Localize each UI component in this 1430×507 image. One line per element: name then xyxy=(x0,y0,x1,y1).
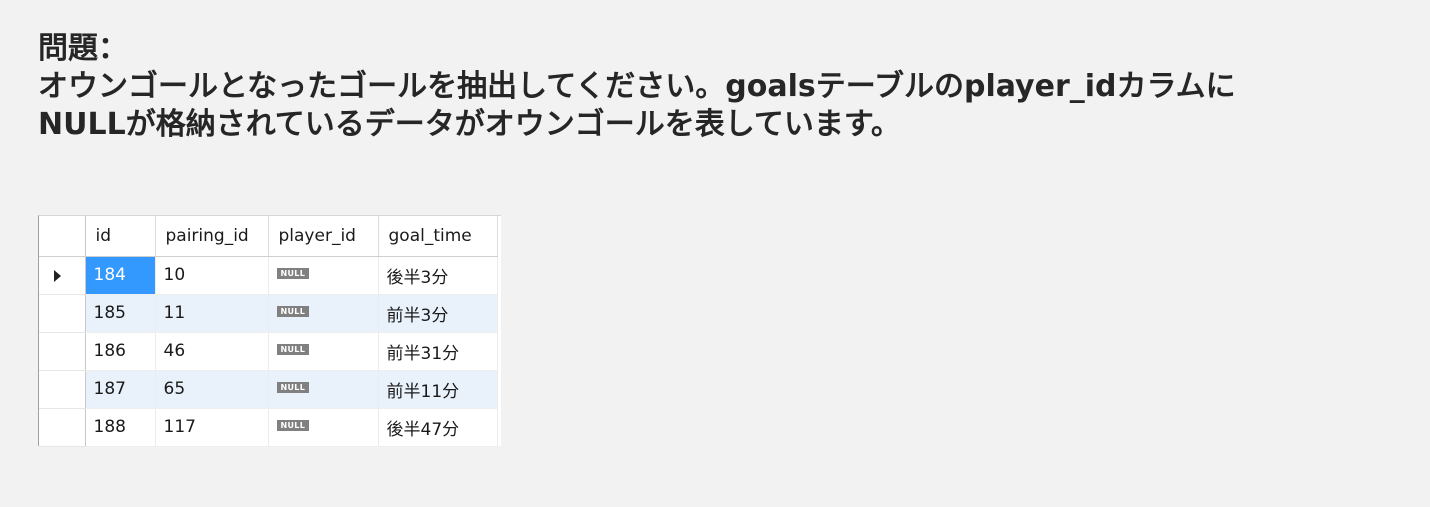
column-header-goal-time[interactable]: goal_time xyxy=(378,216,498,257)
row-selector[interactable] xyxy=(39,294,86,333)
current-row-arrow-icon xyxy=(54,269,61,282)
column-header-id[interactable]: id xyxy=(85,216,156,257)
null-badge: NULL xyxy=(276,343,310,355)
row-selector[interactable] xyxy=(39,408,86,447)
cell-id[interactable]: 186 xyxy=(85,332,156,371)
cell-id[interactable]: 188 xyxy=(85,408,156,447)
cell-id[interactable]: 185 xyxy=(85,294,156,333)
cell-goal-time[interactable]: 後半47分 xyxy=(378,408,498,447)
cell-goal-time[interactable]: 前半31分 xyxy=(378,332,498,371)
cell-goal-time[interactable]: 前半11分 xyxy=(378,370,498,409)
row-selector[interactable] xyxy=(39,332,86,371)
null-badge: NULL xyxy=(276,381,310,393)
null-badge: NULL xyxy=(276,305,310,317)
cell-pairing-id[interactable]: 11 xyxy=(155,294,269,333)
cell-player-id[interactable]: NULL xyxy=(268,332,379,371)
table-row[interactable]: 187 65 NULL 前半11分 xyxy=(39,370,498,409)
cell-pairing-id[interactable]: 117 xyxy=(155,408,269,447)
row-selector[interactable] xyxy=(39,256,86,295)
cell-id[interactable]: 184 xyxy=(85,256,156,295)
cell-id[interactable]: 187 xyxy=(85,370,156,409)
cell-goal-time[interactable]: 後半3分 xyxy=(378,256,498,295)
results-table: id pairing_id player_id goal_time 184 10… xyxy=(39,216,498,447)
question-line-1: オウンゴールとなったゴールを抽出してください。goalsテーブルのplayer_… xyxy=(38,69,1236,104)
row-selector-header[interactable] xyxy=(39,216,86,257)
cell-player-id[interactable]: NULL xyxy=(268,408,379,447)
question-text: 問題： オウンゴールとなったゴールを抽出してください。goalsテーブルのpla… xyxy=(38,30,1418,144)
question-line-2: NULLが格納されているデータがオウンゴールを表しています。 xyxy=(38,107,901,142)
column-header-pairing-id[interactable]: pairing_id xyxy=(155,216,269,257)
null-badge: NULL xyxy=(276,419,310,431)
table-row[interactable]: 186 46 NULL 前半31分 xyxy=(39,332,498,371)
table-row[interactable]: 185 11 NULL 前半3分 xyxy=(39,294,498,333)
row-selector[interactable] xyxy=(39,370,86,409)
results-grid[interactable]: id pairing_id player_id goal_time 184 10… xyxy=(38,215,501,447)
cell-pairing-id[interactable]: 46 xyxy=(155,332,269,371)
cell-player-id[interactable]: NULL xyxy=(268,370,379,409)
cell-pairing-id[interactable]: 10 xyxy=(155,256,269,295)
header-row: id pairing_id player_id goal_time xyxy=(39,216,498,257)
cell-goal-time[interactable]: 前半3分 xyxy=(378,294,498,333)
cell-pairing-id[interactable]: 65 xyxy=(155,370,269,409)
null-badge: NULL xyxy=(276,267,310,279)
table-row[interactable]: 188 117 NULL 後半47分 xyxy=(39,408,498,447)
question-heading: 問題： xyxy=(38,31,128,66)
table-row[interactable]: 184 10 NULL 後半3分 xyxy=(39,256,498,295)
cell-player-id[interactable]: NULL xyxy=(268,256,379,295)
column-header-player-id[interactable]: player_id xyxy=(268,216,379,257)
cell-player-id[interactable]: NULL xyxy=(268,294,379,333)
